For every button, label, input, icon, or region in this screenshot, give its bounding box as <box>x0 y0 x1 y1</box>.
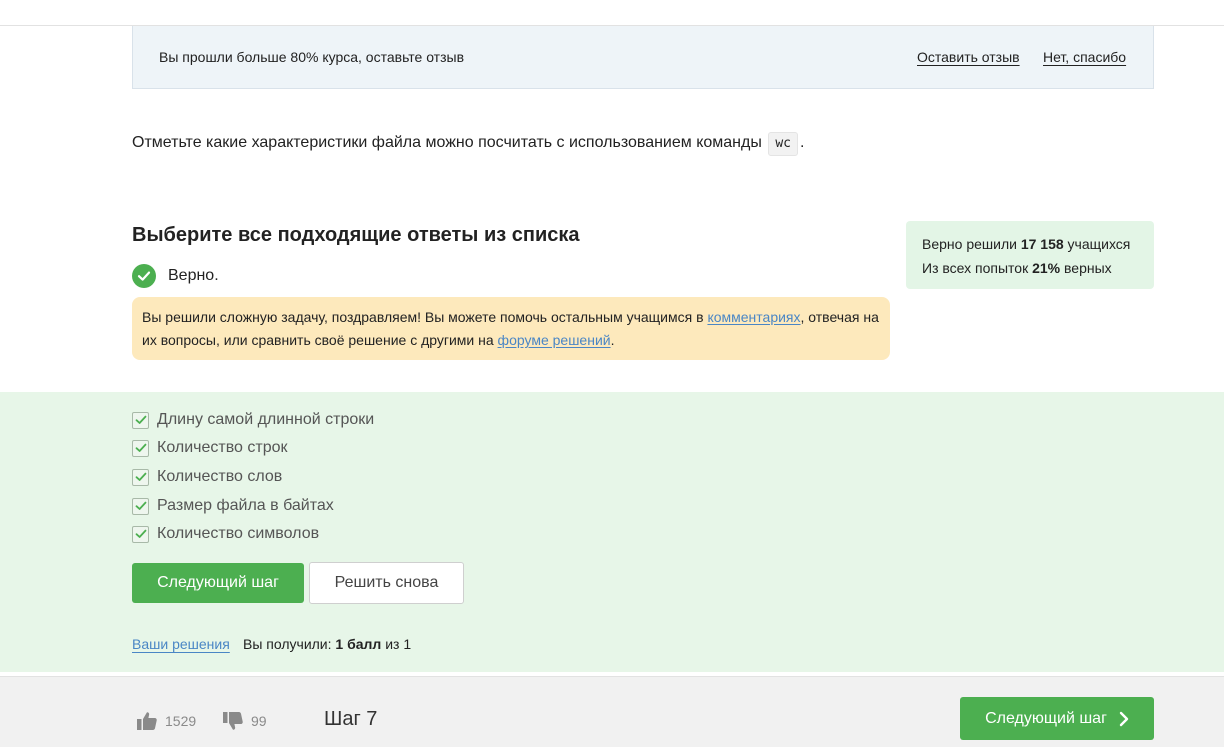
option-label: Количество слов <box>157 468 283 485</box>
dislikes-count: 99 <box>251 713 267 729</box>
review-banner: Вы прошли больше 80% курса, оставьте отз… <box>132 26 1154 89</box>
verdict: Верно. <box>132 264 219 288</box>
step-footer: 1529 99 Шаг 7 Следующий шаг <box>0 676 1224 747</box>
solutions-forum-link[interactable]: форуме решений <box>498 332 611 348</box>
stats-solved-count: 17 158 <box>1020 236 1064 252</box>
review-banner-text: Вы прошли больше 80% курса, оставьте отз… <box>159 49 465 65</box>
chevron-right-icon <box>1119 711 1129 726</box>
option-label: Количество символов <box>157 525 320 542</box>
congrats-text-1: Вы решили сложную задачу, поздравляем! В… <box>142 309 708 325</box>
verdict-text: Верно. <box>168 267 219 284</box>
stats-solved-prefix: Верно решили <box>922 236 1021 252</box>
dislike-button[interactable]: 99 <box>222 710 267 732</box>
check-circle-icon <box>132 264 156 288</box>
likes-count: 1529 <box>165 713 197 729</box>
comments-link[interactable]: комментариях <box>707 309 800 325</box>
question-text-before: Отметьте какие характеристики файла можн… <box>132 134 762 151</box>
question-code: wc <box>768 132 798 156</box>
like-button[interactable]: 1529 <box>136 710 196 732</box>
checkmark-icon <box>135 501 146 510</box>
question-text-after: . <box>799 134 805 151</box>
stats-solved: Верно решили 17 158 учащихся <box>922 232 1138 256</box>
option-label: Размер файла в байтах <box>157 497 334 514</box>
stats-attempts-suffix: верных <box>1060 260 1112 276</box>
stats-box: Верно решили 17 158 учащихся Из всех поп… <box>906 221 1154 289</box>
option-item[interactable]: Количество слов <box>132 468 282 486</box>
quiz-title: Выберите все подходящие ответы из списка <box>132 224 580 246</box>
checkbox[interactable] <box>132 468 149 486</box>
solve-again-button[interactable]: Решить снова <box>309 562 464 604</box>
leave-review-link[interactable]: Оставить отзыв <box>917 49 1020 65</box>
stats-solved-suffix: учащихся <box>1063 236 1131 252</box>
top-bar <box>0 0 1224 26</box>
footer-next-step-button[interactable]: Следующий шаг <box>960 697 1154 740</box>
checkbox[interactable] <box>132 525 149 543</box>
question-text: Отметьте какие характеристики файла можн… <box>132 132 804 156</box>
option-label: Количество строк <box>157 439 288 456</box>
congrats-message: Вы решили сложную задачу, поздравляем! В… <box>132 297 890 360</box>
score-prefix: Вы получили: <box>243 636 336 652</box>
score-text: Вы получили: 1 балл из 1 <box>243 636 411 652</box>
score-out-of: из 1 <box>381 636 412 652</box>
no-thanks-link[interactable]: Нет, спасибо <box>1043 49 1126 65</box>
option-item[interactable]: Размер файла в байтах <box>132 497 334 515</box>
checkmark-icon <box>135 415 146 424</box>
stats-attempts: Из всех попыток 21% верных <box>922 256 1138 280</box>
checkbox[interactable] <box>132 497 149 515</box>
step-label: Шаг 7 <box>324 708 378 730</box>
option-item[interactable]: Длину самой длинной строки <box>132 411 374 429</box>
thumbs-up-icon <box>137 712 157 730</box>
congrats-text-3: . <box>610 332 615 348</box>
checkmark-icon <box>135 529 146 538</box>
checkmark-icon <box>135 472 146 481</box>
stats-attempts-percent: 21% <box>1032 260 1061 276</box>
checkbox[interactable] <box>132 439 149 457</box>
thumbs-down-icon <box>223 712 243 730</box>
checkmark-icon <box>135 443 146 452</box>
option-item[interactable]: Количество символов <box>132 525 319 543</box>
your-solutions-link[interactable]: Ваши решения <box>132 636 230 652</box>
stats-attempts-prefix: Из всех попыток <box>922 260 1033 276</box>
score-points: 1 балл <box>335 636 382 652</box>
next-step-button[interactable]: Следующий шаг <box>132 563 304 603</box>
option-item[interactable]: Количество строк <box>132 439 288 457</box>
footer-next-step-label: Следующий шаг <box>985 709 1107 727</box>
checkbox[interactable] <box>132 411 149 429</box>
option-label: Длину самой длинной строки <box>157 411 375 428</box>
